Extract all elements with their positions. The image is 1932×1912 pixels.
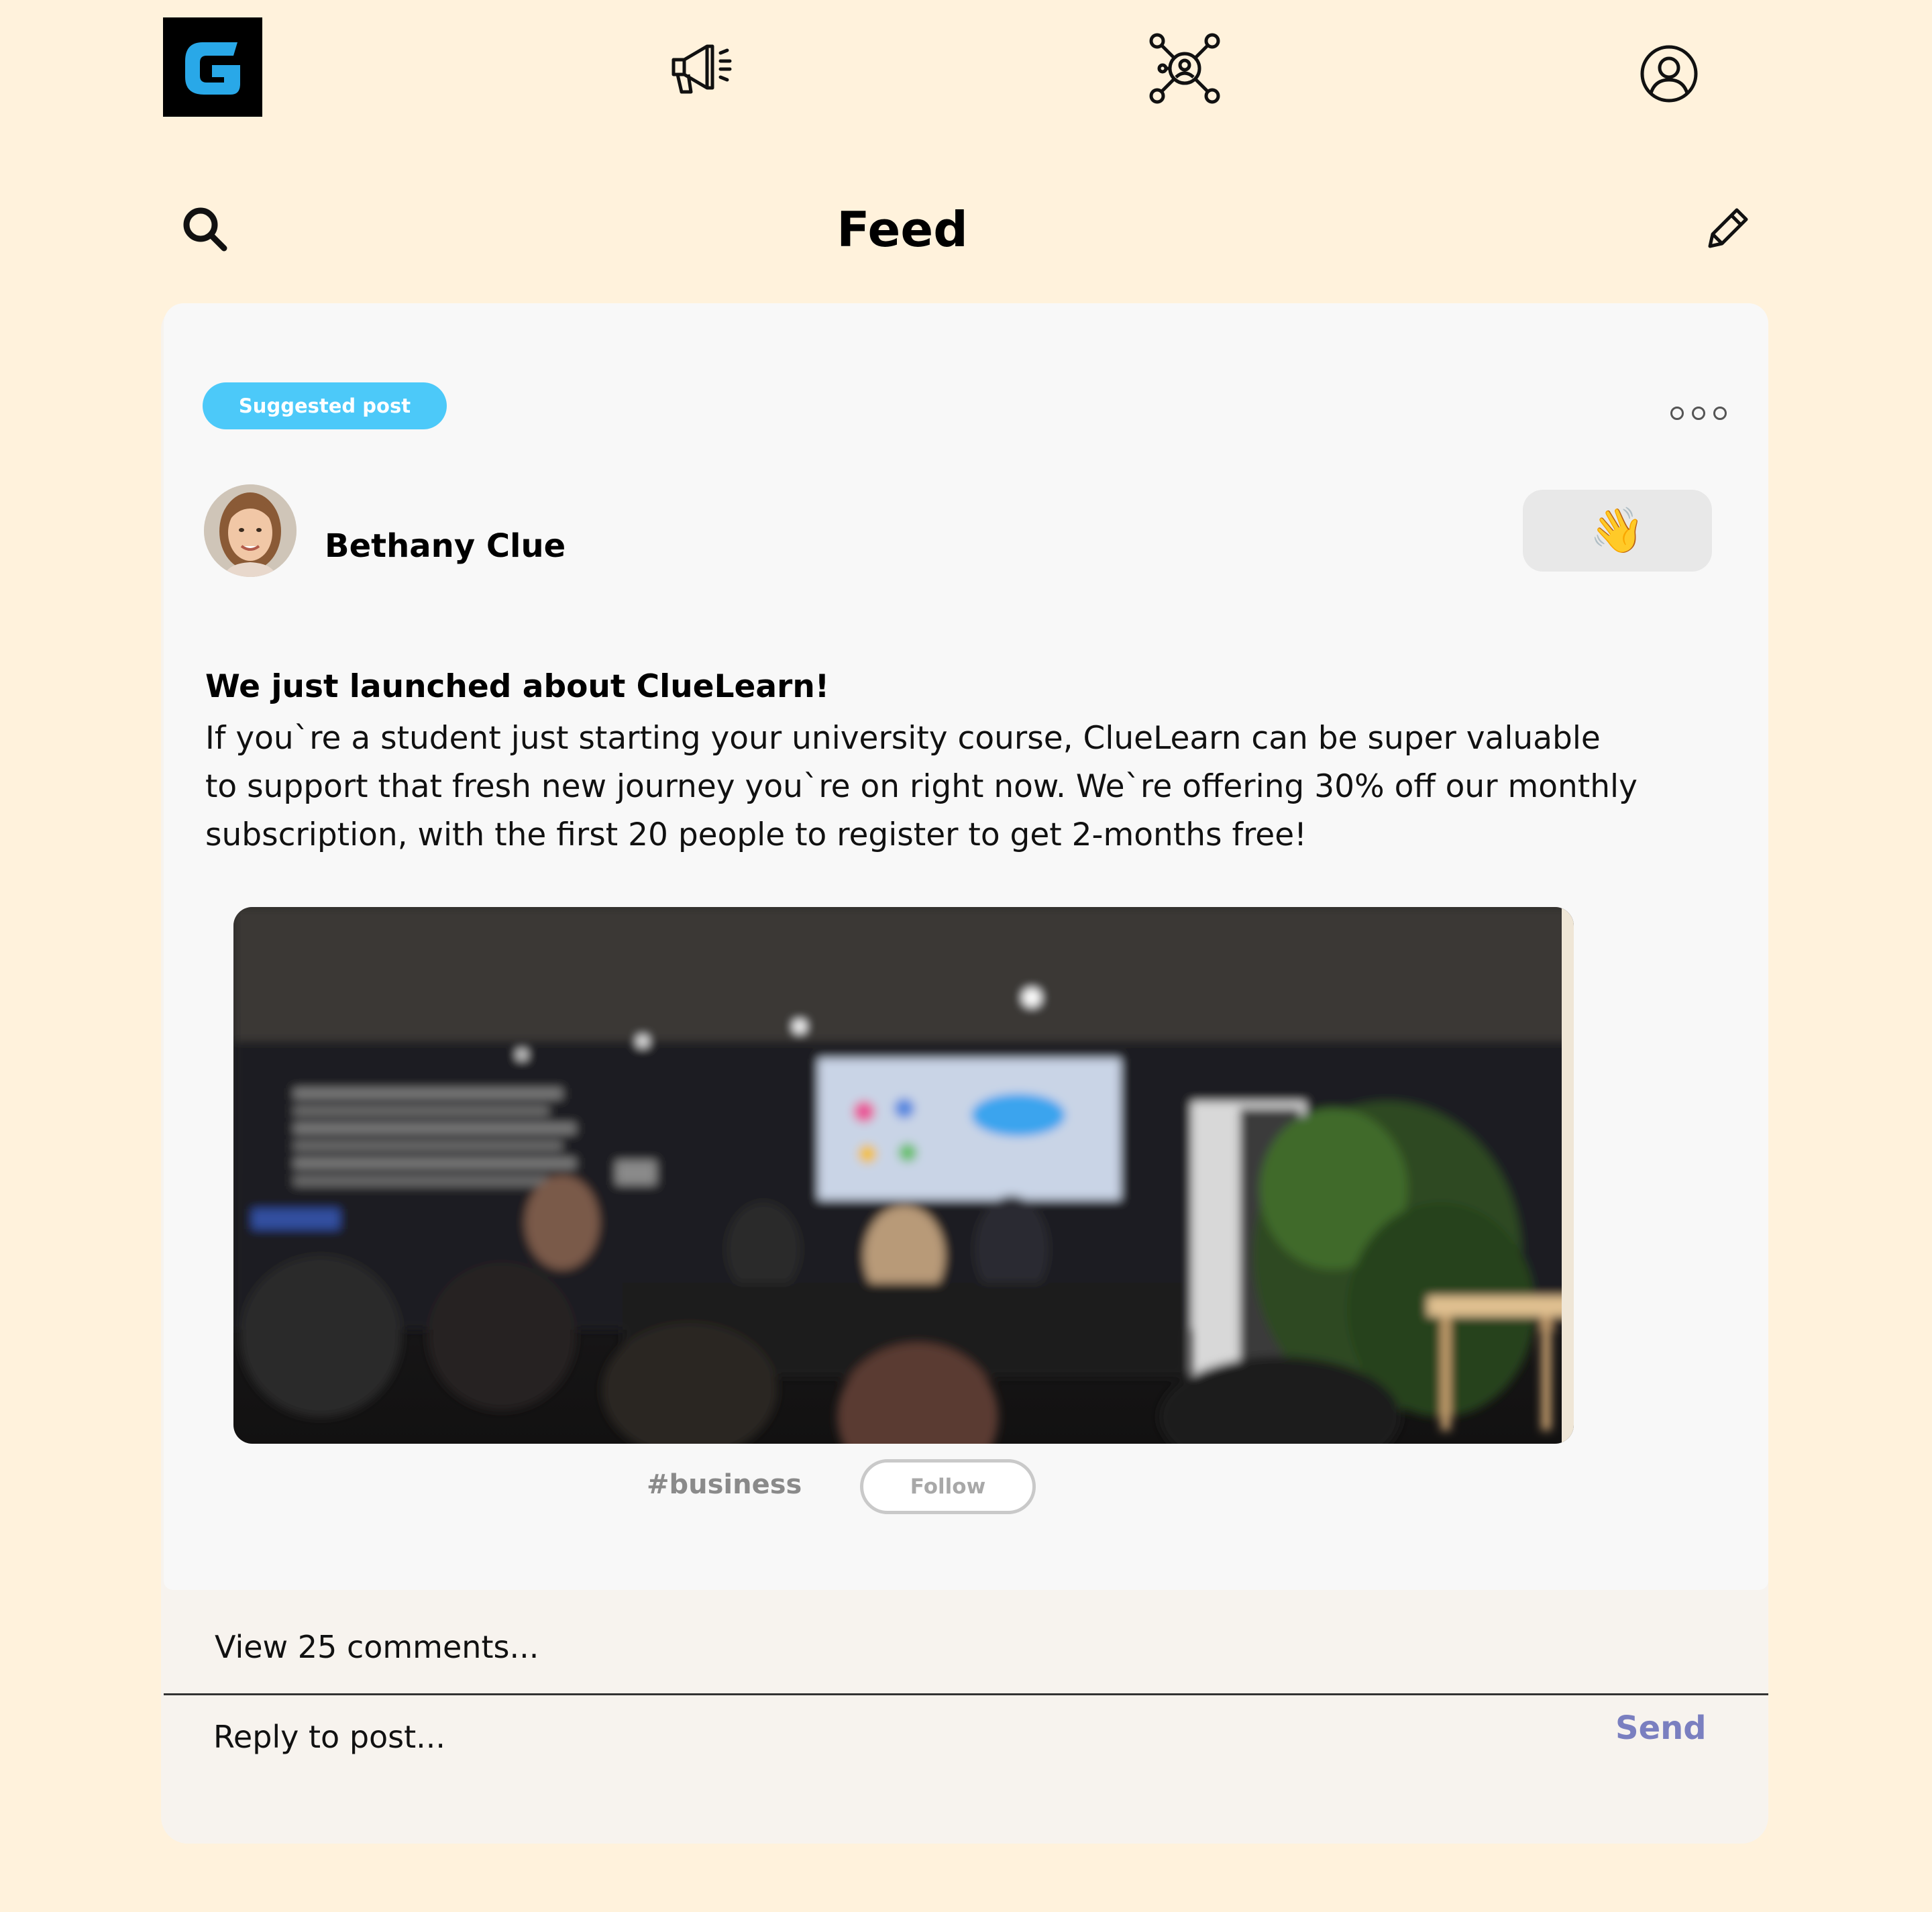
wave-emoji-icon: 👋 [1589, 505, 1646, 555]
author-name[interactable]: Bethany Clue [325, 527, 566, 565]
more-options-icon[interactable] [1670, 407, 1727, 420]
network-icon[interactable] [1144, 28, 1225, 109]
post-body: If you`re a student just starting your u… [205, 714, 1681, 859]
post-body-line: to support that fresh new journey you`re… [205, 768, 1638, 805]
more-dot [1713, 407, 1727, 420]
view-comments-link[interactable]: View 25 comments... [215, 1629, 539, 1665]
post-body-line: subscription, with the first 20 people t… [205, 816, 1307, 853]
post-body-line: If you`re a student just starting your u… [205, 720, 1601, 757]
suggested-post-badge: Suggested post [203, 382, 447, 429]
edit-icon[interactable] [1688, 188, 1768, 268]
app-logo[interactable]: G [163, 17, 262, 117]
post-headline: We just launched about ClueLearn! [205, 668, 830, 705]
more-dot [1670, 407, 1684, 420]
post-image[interactable] [233, 907, 1574, 1444]
comments-divider [164, 1693, 1768, 1695]
send-button[interactable]: Send [1615, 1709, 1707, 1747]
profile-icon[interactable] [1629, 34, 1709, 114]
wave-reaction-button[interactable]: 👋 [1523, 490, 1712, 572]
follow-button[interactable]: Follow [860, 1459, 1036, 1514]
hashtag-link[interactable]: #business [647, 1469, 802, 1500]
page-title: Feed [837, 201, 968, 258]
avatar[interactable] [204, 484, 297, 577]
megaphone-icon[interactable] [661, 27, 742, 107]
more-dot [1692, 407, 1705, 420]
logo-g-icon [185, 42, 240, 95]
reply-input[interactable] [213, 1719, 1555, 1755]
